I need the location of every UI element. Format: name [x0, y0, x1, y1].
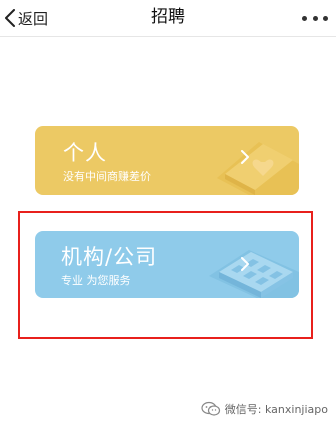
watermark-text: 微信号: kanxinjiapo — [224, 403, 328, 416]
chevron-right-icon — [241, 150, 249, 164]
card-subtitle: 专业 为您服务 — [61, 274, 131, 287]
navigation-bar: 返回 招聘 — [0, 0, 336, 37]
page-title: 招聘 — [151, 7, 185, 27]
more-dots-icon[interactable] — [302, 8, 328, 28]
card-title: 个人 — [63, 141, 107, 165]
card-title: 机构/公司 — [61, 245, 158, 269]
card-subtitle: 没有中间商赚差价 — [63, 170, 151, 183]
wechat-icon — [201, 401, 220, 416]
watermark: 微信号: kanxinjiapo — [201, 399, 328, 419]
company-card[interactable]: 机构/公司 专业 为您服务 — [35, 231, 299, 298]
individual-card[interactable]: 个人 没有中间商赚差价 — [35, 126, 299, 195]
chevron-right-icon — [241, 257, 249, 271]
